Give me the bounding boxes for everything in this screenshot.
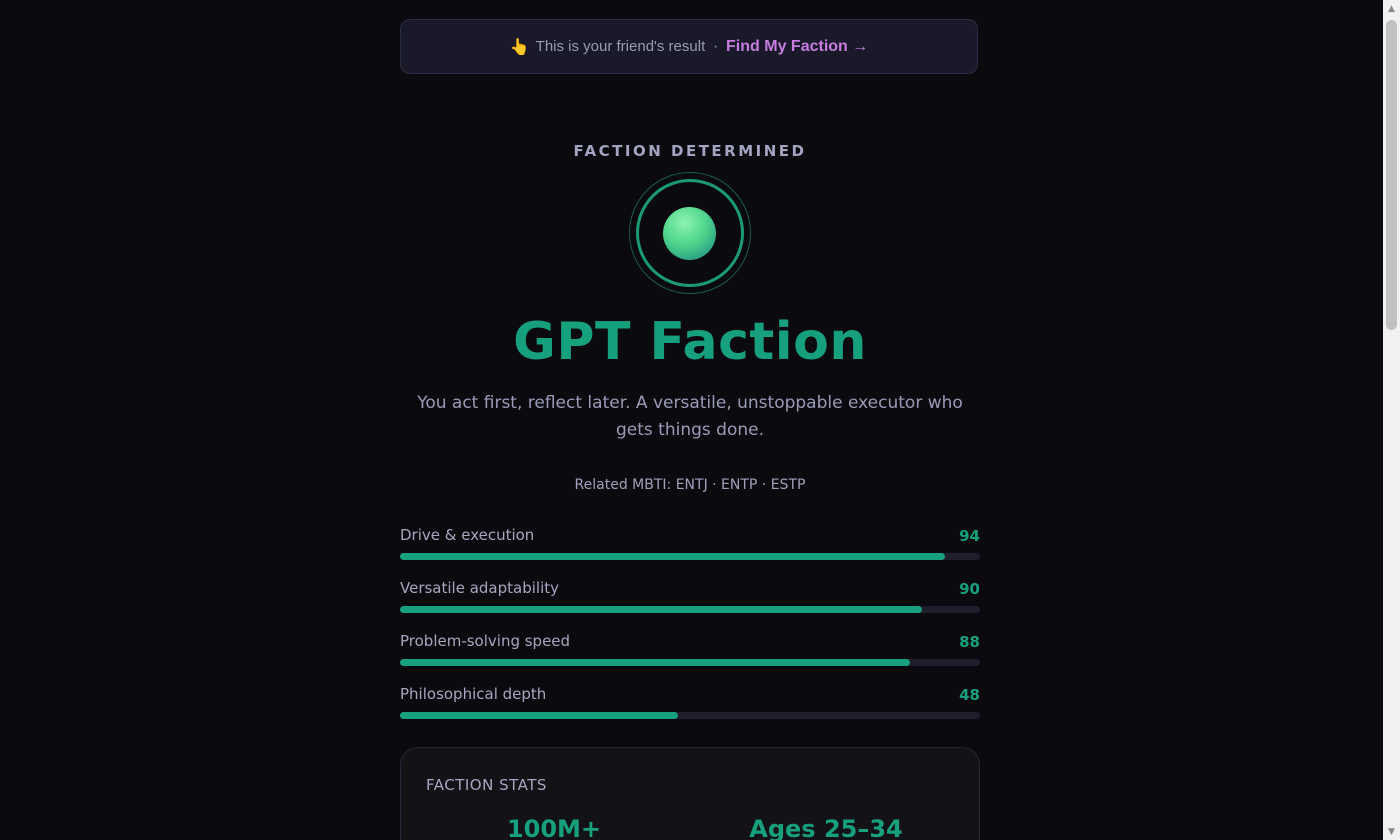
friend-result-text: This is your friend's result [535, 38, 706, 55]
trait-row: Problem-solving speed 88 [400, 630, 980, 683]
faction-stats-card: FACTION STATS 100M+ Ages 25–34 [400, 747, 980, 840]
trait-list: Drive & execution 94 Versatile adaptabil… [400, 524, 980, 736]
find-my-faction-link[interactable]: Find My Faction → [726, 38, 868, 56]
page: 👆 This is your friend's result · Find My… [0, 0, 1400, 840]
trait-label: Drive & execution [400, 526, 535, 544]
friend-result-banner: 👆 This is your friend's result · Find My… [400, 19, 978, 74]
trait-bar-track [400, 553, 980, 560]
pointing-hand-icon: 👆 [509, 37, 530, 56]
trait-value: 90 [959, 580, 980, 598]
page-scrollbar[interactable]: ▲ ▼ [1383, 0, 1400, 840]
trait-bar-fill [400, 606, 922, 613]
related-mbti: Related MBTI: ENTJ · ENTP · ESTP [574, 477, 806, 493]
faction-stats-title: FACTION STATS [426, 776, 547, 794]
trait-row: Drive & execution 94 [400, 524, 980, 577]
trait-row: Versatile adaptability 90 [400, 577, 980, 630]
faction-orb-icon [629, 172, 751, 294]
banner-separator: · [713, 37, 719, 56]
scrollbar-thumb[interactable] [1386, 20, 1397, 330]
trait-label: Philosophical depth [400, 685, 547, 703]
faction-ages-stat: Ages 25–34 [749, 815, 903, 840]
trait-row: Philosophical depth 48 [400, 683, 980, 736]
trait-value: 48 [959, 686, 980, 704]
trait-bar-fill [400, 712, 679, 719]
orb-sphere [663, 207, 716, 260]
trait-bar-track [400, 712, 980, 719]
faction-description: You act first, reflect later. A versatil… [417, 393, 963, 440]
trait-value: 94 [959, 527, 980, 545]
scroll-up-arrow-icon[interactable]: ▲ [1383, 0, 1400, 17]
trait-value: 88 [959, 633, 980, 651]
faction-determined-label: FACTION DETERMINED [573, 142, 807, 160]
trait-label: Versatile adaptability [400, 579, 559, 597]
trait-bar-track [400, 606, 980, 613]
trait-bar-fill [400, 659, 911, 666]
scroll-down-arrow-icon[interactable]: ▼ [1383, 823, 1400, 840]
faction-users-stat: 100M+ [506, 815, 602, 840]
trait-bar-fill [400, 553, 946, 560]
faction-title: GPT Faction [513, 312, 867, 372]
trait-bar-track [400, 659, 980, 666]
trait-label: Problem-solving speed [400, 632, 571, 650]
